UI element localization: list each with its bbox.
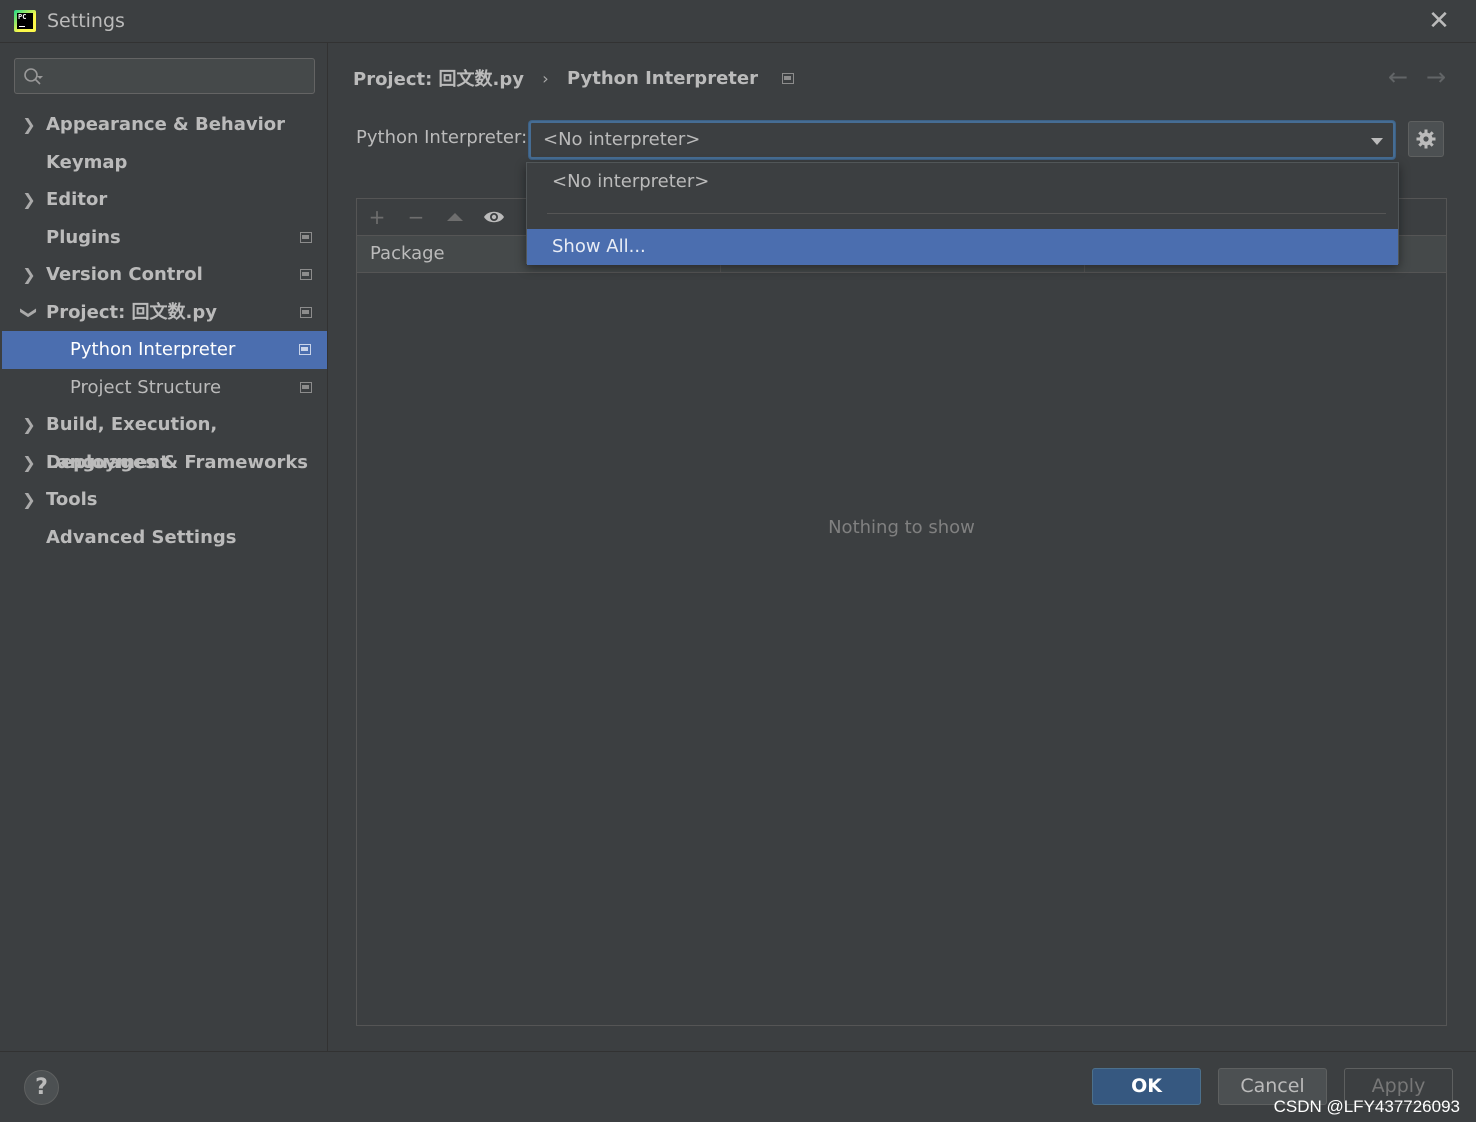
sidebar-item-tools[interactable]: ❯ Tools: [0, 481, 328, 519]
search-input[interactable]: [55, 63, 305, 89]
sidebar-item-editor[interactable]: ❯ Editor: [0, 181, 328, 219]
settings-sidebar: ❯ Appearance & Behavior Keymap ❯ Editor …: [0, 43, 328, 1051]
settings-dialog: PC Settings ✕ ❯ Appearance & Behavior Ke…: [0, 0, 1476, 1122]
sidebar-item-keymap[interactable]: Keymap: [0, 144, 328, 182]
project-scope-icon: [300, 306, 312, 318]
chevron-right-icon[interactable]: ❯: [20, 256, 38, 294]
sidebar-item-label: Appearance & Behavior: [46, 114, 286, 135]
forward-arrow-icon[interactable]: →: [1422, 63, 1450, 91]
breadcrumb-separator: ›: [542, 68, 549, 88]
breadcrumb: Project: 回文数.py › Python Interpreter: [353, 65, 795, 91]
dialog-footer: ? OK Cancel Apply CSDN @LFY437726093: [0, 1051, 1476, 1122]
sidebar-item-build-execution-deployment[interactable]: ❯ Build, Execution, Deployment: [0, 406, 328, 473]
sidebar-item-label: Project: 回文数.py: [46, 301, 218, 323]
watermark-text: CSDN @LFY437726093: [1273, 1097, 1460, 1116]
sidebar-item-languages-frameworks[interactable]: ❯ Languages & Frameworks: [0, 444, 328, 482]
sidebar-item-label: Plugins: [46, 226, 121, 248]
add-icon[interactable]: +: [365, 205, 389, 229]
dropdown-arrow-icon[interactable]: [1371, 138, 1383, 145]
sidebar-item-label: Advanced Settings: [46, 526, 237, 548]
dropdown-divider: [547, 213, 1386, 214]
dropdown-option-no-interpreter[interactable]: <No interpreter>: [527, 164, 1398, 200]
chevron-right-icon[interactable]: ❯: [20, 406, 38, 444]
packages-table: + − Package Nothing to show: [356, 198, 1447, 1026]
sidebar-item-project[interactable]: ❯ Project: 回文数.py: [0, 294, 328, 332]
chevron-right-icon[interactable]: ❯: [20, 106, 38, 144]
eye-icon[interactable]: [482, 205, 506, 229]
sidebar-item-python-interpreter[interactable]: Python Interpreter: [2, 331, 327, 369]
sidebar-item-label: Languages & Frameworks: [46, 451, 309, 473]
interpreter-label: Python Interpreter:: [356, 127, 528, 148]
breadcrumb-current: Python Interpreter: [566, 67, 758, 89]
title-bar: PC Settings ✕: [0, 0, 1476, 43]
interpreter-select-value: <No interpreter>: [543, 129, 701, 150]
app-logo-text: PC: [18, 13, 27, 21]
project-scope-icon: [300, 231, 312, 243]
ok-button[interactable]: OK: [1092, 1068, 1201, 1105]
pycharm-logo-icon: PC: [14, 10, 36, 32]
project-scope-icon: [782, 72, 795, 84]
sidebar-item-appearance-behavior[interactable]: ❯ Appearance & Behavior: [0, 106, 328, 144]
sidebar-item-project-structure[interactable]: Project Structure: [0, 369, 328, 407]
help-button[interactable]: ?: [24, 1070, 59, 1105]
project-scope-icon: [300, 269, 312, 280]
sidebar-item-label: Tools: [46, 489, 98, 510]
sidebar-item-label: Python Interpreter: [70, 339, 236, 360]
sidebar-item-label: Editor: [46, 189, 108, 210]
sidebar-item-version-control[interactable]: ❯ Version Control: [0, 256, 328, 294]
sidebar-item-label: Version Control: [46, 264, 203, 285]
remove-icon[interactable]: −: [404, 205, 428, 229]
search-icon: [24, 68, 43, 85]
interpreter-select[interactable]: <No interpreter>: [529, 121, 1395, 159]
sidebar-item-label: Project Structure: [70, 376, 222, 398]
chevron-right-icon[interactable]: ❯: [20, 181, 38, 219]
close-icon[interactable]: ✕: [1424, 6, 1454, 36]
window-title: Settings: [47, 10, 125, 32]
project-scope-icon: [299, 344, 311, 355]
sidebar-item-plugins[interactable]: Plugins: [0, 219, 328, 257]
chevron-right-icon[interactable]: ❯: [20, 481, 38, 519]
project-scope-icon: [300, 381, 312, 393]
chevron-right-icon[interactable]: ❯: [20, 444, 38, 482]
dropdown-option-show-all[interactable]: Show All...: [527, 229, 1398, 265]
sidebar-item-label: Keymap: [46, 151, 128, 173]
back-arrow-icon[interactable]: ←: [1384, 63, 1412, 91]
interpreter-dropdown-list: <No interpreter> Show All...: [526, 162, 1399, 265]
upgrade-icon[interactable]: [443, 205, 467, 229]
gear-icon: [1416, 129, 1436, 149]
breadcrumb-parent[interactable]: Project: 回文数.py: [353, 65, 524, 91]
settings-search-field[interactable]: [14, 58, 315, 94]
empty-state-text: Nothing to show: [828, 517, 975, 538]
interpreter-settings-button[interactable]: [1408, 121, 1444, 157]
sidebar-item-advanced-settings[interactable]: Advanced Settings: [0, 519, 328, 557]
settings-tree: ❯ Appearance & Behavior Keymap ❯ Editor …: [0, 106, 328, 556]
chevron-down-icon[interactable]: ❯: [10, 303, 48, 321]
